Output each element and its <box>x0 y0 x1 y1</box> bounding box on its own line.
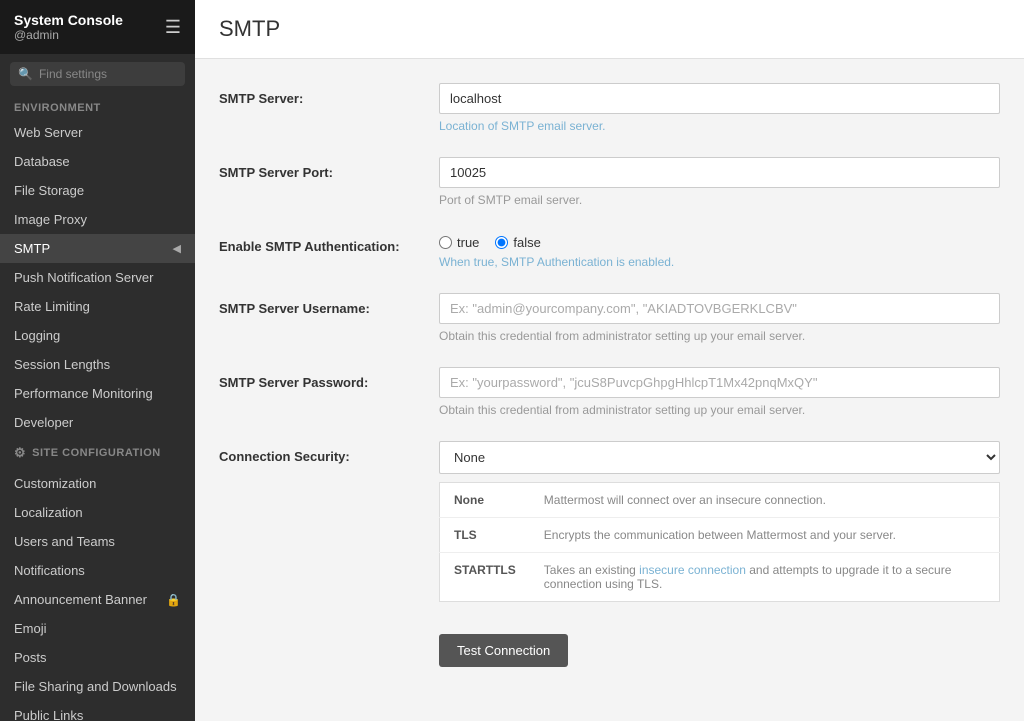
sidebar-item-developer[interactable]: Developer <box>0 408 195 437</box>
smtp-username-help: Obtain this credential from administrato… <box>439 329 1000 343</box>
page-header: SMTP <box>195 0 1024 59</box>
smtp-auth-help: When true, SMTP Authentication is enable… <box>439 255 1000 269</box>
smtp-port-input[interactable] <box>439 157 1000 188</box>
sidebar-item-logging[interactable]: Logging <box>0 321 195 350</box>
smtp-username-input[interactable] <box>439 293 1000 324</box>
search-box[interactable]: 🔍 <box>10 62 185 86</box>
table-row: None Mattermost will connect over an ins… <box>440 483 1000 518</box>
page-title: SMTP <box>219 16 1000 42</box>
sidebar-item-database[interactable]: Database <box>0 147 195 176</box>
smtp-server-row: SMTP Server: Location of SMTP email serv… <box>219 83 1000 133</box>
conn-tls-label: TLS <box>440 518 530 553</box>
smtp-auth-label: Enable SMTP Authentication: <box>219 231 439 254</box>
conn-starttls-label: STARTTLS <box>440 553 530 602</box>
smtp-port-label: SMTP Server Port: <box>219 157 439 180</box>
site-config-section-header: ⚙ SITE CONFIGURATION <box>0 437 195 469</box>
sidebar-item-posts[interactable]: Posts <box>0 643 195 672</box>
sidebar-item-performance-monitoring[interactable]: Performance Monitoring <box>0 379 195 408</box>
smtp-server-label: SMTP Server: <box>219 83 439 106</box>
sidebar-item-localization[interactable]: Localization <box>0 498 195 527</box>
smtp-auth-row: Enable SMTP Authentication: true false W… <box>219 231 1000 269</box>
connection-security-table: None Mattermost will connect over an ins… <box>439 482 1000 602</box>
smtp-auth-true-radio[interactable] <box>439 236 452 249</box>
connection-security-control: None TLS STARTTLS None Mattermost will c… <box>439 441 1000 602</box>
smtp-username-control: Obtain this credential from administrato… <box>439 293 1000 343</box>
sidebar-item-file-storage[interactable]: File Storage <box>0 176 195 205</box>
smtp-server-help: Location of SMTP email server. <box>439 119 1000 133</box>
sidebar-item-image-proxy[interactable]: Image Proxy <box>0 205 195 234</box>
active-arrow-icon: ◀ <box>173 242 181 255</box>
sidebar-item-public-links[interactable]: Public Links <box>0 701 195 721</box>
console-title: System Console <box>14 12 123 28</box>
main-content: SMTP SMTP Server: Location of SMTP email… <box>195 0 1024 721</box>
insecure-connection-link: insecure connection <box>639 563 746 577</box>
conn-none-label: None <box>440 483 530 518</box>
sidebar-item-announcement-banner[interactable]: Announcement Banner 🔒 <box>0 585 195 614</box>
smtp-username-row: SMTP Server Username: Obtain this creden… <box>219 293 1000 343</box>
sidebar: System Console @admin ☰ 🔍 ENVIRONMENT We… <box>0 0 195 721</box>
smtp-server-input[interactable] <box>439 83 1000 114</box>
lock-icon: 🔒 <box>166 593 181 607</box>
smtp-port-row: SMTP Server Port: Port of SMTP email ser… <box>219 157 1000 207</box>
smtp-username-label: SMTP Server Username: <box>219 293 439 316</box>
conn-tls-desc: Encrypts the communication between Matte… <box>530 518 1000 553</box>
sidebar-item-file-sharing[interactable]: File Sharing and Downloads <box>0 672 195 701</box>
sidebar-item-notifications[interactable]: Notifications <box>0 556 195 585</box>
table-row: TLS Encrypts the communication between M… <box>440 518 1000 553</box>
smtp-auth-false-label[interactable]: false <box>495 235 540 250</box>
console-subtitle: @admin <box>14 28 123 42</box>
sidebar-item-smtp[interactable]: SMTP ◀ <box>0 234 195 263</box>
smtp-auth-true-label[interactable]: true <box>439 235 479 250</box>
smtp-password-help: Obtain this credential from administrato… <box>439 403 1000 417</box>
smtp-password-row: SMTP Server Password: Obtain this creden… <box>219 367 1000 417</box>
sidebar-item-push-notification[interactable]: Push Notification Server <box>0 263 195 292</box>
table-row: STARTTLS Takes an existing insecure conn… <box>440 553 1000 602</box>
smtp-auth-control: true false When true, SMTP Authenticatio… <box>439 231 1000 269</box>
connection-security-row: Connection Security: None TLS STARTTLS N… <box>219 441 1000 602</box>
sidebar-header: System Console @admin ☰ <box>0 0 195 54</box>
smtp-password-control: Obtain this credential from administrato… <box>439 367 1000 417</box>
smtp-server-control: Location of SMTP email server. <box>439 83 1000 133</box>
smtp-password-label: SMTP Server Password: <box>219 367 439 390</box>
hamburger-icon[interactable]: ☰ <box>165 17 181 38</box>
conn-starttls-desc: Takes an existing insecure connection an… <box>530 553 1000 602</box>
sidebar-item-users-and-teams[interactable]: Users and Teams <box>0 527 195 556</box>
test-connection-button[interactable]: Test Connection <box>439 634 568 667</box>
search-input[interactable] <box>39 67 177 81</box>
smtp-password-input[interactable] <box>439 367 1000 398</box>
test-connection-row: Test Connection <box>219 626 1000 667</box>
smtp-port-help: Port of SMTP email server. <box>439 193 1000 207</box>
smtp-port-control: Port of SMTP email server. <box>439 157 1000 207</box>
sidebar-item-customization[interactable]: Customization <box>0 469 195 498</box>
search-icon: 🔍 <box>18 67 33 81</box>
smtp-auth-radio-group: true false <box>439 235 1000 250</box>
sidebar-item-rate-limiting[interactable]: Rate Limiting <box>0 292 195 321</box>
environment-section-label: ENVIRONMENT <box>0 94 195 118</box>
conn-none-desc: Mattermost will connect over an insecure… <box>530 483 1000 518</box>
sidebar-item-emoji[interactable]: Emoji <box>0 614 195 643</box>
content-area: SMTP Server: Location of SMTP email serv… <box>195 59 1024 715</box>
gear-icon: ⚙ <box>14 445 26 461</box>
connection-security-select[interactable]: None TLS STARTTLS <box>439 441 1000 474</box>
sidebar-item-session-lengths[interactable]: Session Lengths <box>0 350 195 379</box>
smtp-auth-false-radio[interactable] <box>495 236 508 249</box>
connection-security-label: Connection Security: <box>219 441 439 464</box>
sidebar-item-web-server[interactable]: Web Server <box>0 118 195 147</box>
